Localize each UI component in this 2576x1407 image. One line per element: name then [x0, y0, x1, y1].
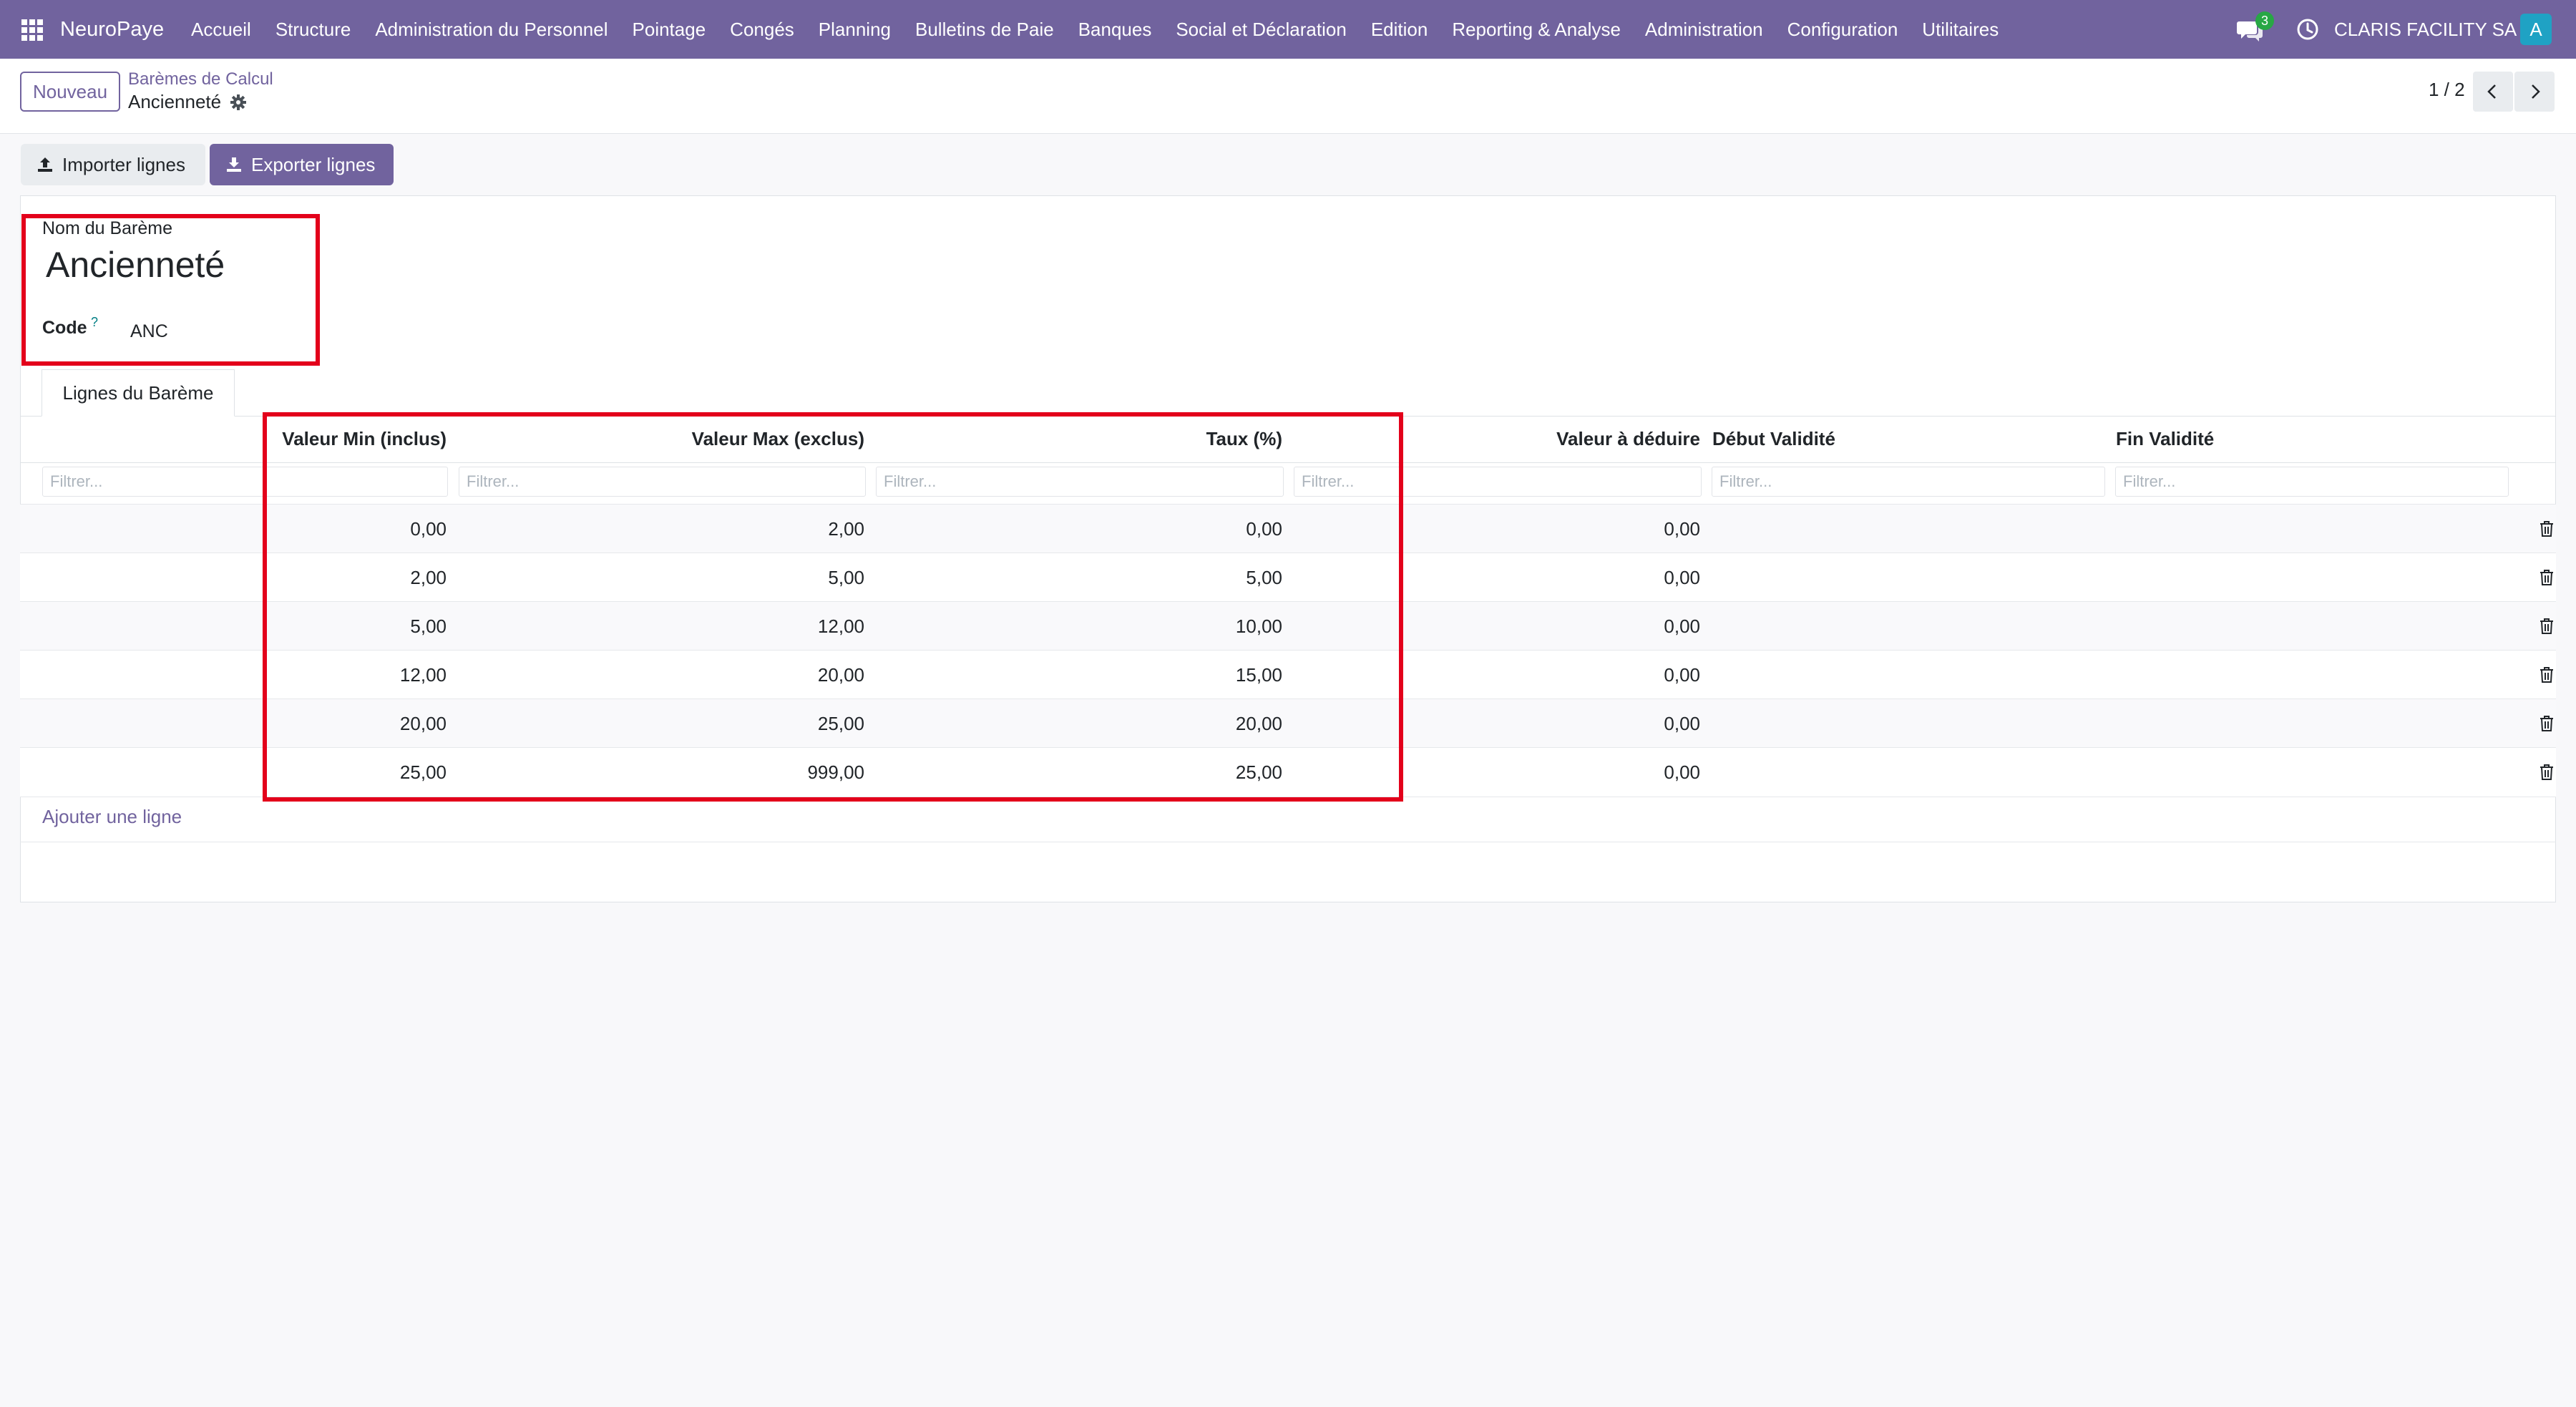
- import-lines-button[interactable]: Importer lignes: [21, 144, 205, 185]
- filter-input-valeur-min[interactable]: [42, 467, 448, 497]
- name-field-value[interactable]: Ancienneté: [46, 244, 225, 286]
- new-record-button[interactable]: Nouveau: [20, 72, 120, 112]
- cell-valeur-a-deduire[interactable]: 0,00: [20, 602, 1700, 651]
- menu-item-utilitaires[interactable]: Utilitaires: [1910, 0, 2011, 59]
- menu-item-edition[interactable]: Edition: [1359, 0, 1440, 59]
- table-row[interactable]: 25,00 999,00 25,00 0,00: [20, 747, 2556, 797]
- company-switcher[interactable]: CLARIS FACILITY SA: [2334, 0, 2517, 59]
- column-header-valeur-max[interactable]: Valeur Max (exclus): [650, 428, 864, 450]
- pager-previous-button[interactable]: [2473, 72, 2513, 112]
- menu-item-reporting-analyse[interactable]: Reporting & Analyse: [1440, 0, 1633, 59]
- column-header-valeur-a-deduire[interactable]: Valeur à déduire: [1538, 428, 1700, 450]
- menu-item-administration-du-personnel[interactable]: Administration du Personnel: [363, 0, 620, 59]
- tab-divider: [20, 416, 2556, 417]
- column-header-taux[interactable]: Taux (%): [1145, 428, 1282, 450]
- export-lines-label: Exporter lignes: [251, 154, 376, 175]
- menu-item-bulletins-de-paie[interactable]: Bulletins de Paie: [903, 0, 1066, 59]
- menu-item-pointage[interactable]: Pointage: [620, 0, 718, 59]
- tab-lignes-du-bareme[interactable]: Lignes du Barème: [42, 369, 235, 417]
- delete-row-trash-icon[interactable]: [2539, 520, 2555, 537]
- breadcrumb-current: Ancienneté: [128, 91, 222, 112]
- export-lines-button[interactable]: Exporter lignes: [210, 144, 394, 185]
- delete-row-trash-icon[interactable]: [2539, 569, 2555, 586]
- column-header-valeur-min[interactable]: Valeur Min (inclus): [263, 428, 447, 450]
- user-avatar[interactable]: A: [2520, 14, 2552, 45]
- delete-row-trash-icon[interactable]: [2539, 666, 2555, 683]
- column-header-debut-validite[interactable]: Début Validité: [1712, 428, 1835, 450]
- cell-valeur-a-deduire[interactable]: 0,00: [20, 553, 1700, 602]
- table-row[interactable]: 20,00 25,00 20,00 0,00: [20, 698, 2556, 748]
- delete-row-trash-icon[interactable]: [2539, 764, 2555, 781]
- menu-item-banques[interactable]: Banques: [1066, 0, 1164, 59]
- table-header-divider: [20, 462, 2556, 463]
- menu-item-social-et-declaration[interactable]: Social et Déclaration: [1163, 0, 1358, 59]
- table-row[interactable]: 2,00 5,00 5,00 0,00: [20, 552, 2556, 602]
- menu-item-administration[interactable]: Administration: [1633, 0, 1775, 59]
- add-line-link[interactable]: Ajouter une ligne: [42, 806, 182, 828]
- apps-grid-icon[interactable]: [21, 19, 43, 41]
- cell-valeur-a-deduire[interactable]: 0,00: [20, 505, 1700, 553]
- menu-item-conges[interactable]: Congés: [718, 0, 806, 59]
- name-field-label: Nom du Barème: [42, 218, 173, 238]
- cell-valeur-a-deduire[interactable]: 0,00: [20, 699, 1700, 748]
- import-lines-label: Importer lignes: [62, 154, 185, 175]
- control-panel: Nouveau Barèmes de Calcul Ancienneté 1 /…: [0, 59, 2576, 134]
- menu-item-configuration[interactable]: Configuration: [1775, 0, 1911, 59]
- pager-next-button[interactable]: [2514, 72, 2555, 112]
- table-row[interactable]: 12,00 20,00 15,00 0,00: [20, 650, 2556, 699]
- delete-row-trash-icon[interactable]: [2539, 715, 2555, 732]
- cell-valeur-a-deduire[interactable]: 0,00: [20, 748, 1700, 797]
- help-tooltip-icon[interactable]: ?: [91, 315, 98, 330]
- upload-icon: [38, 157, 52, 172]
- table-row[interactable]: 5,00 12,00 10,00 0,00: [20, 601, 2556, 651]
- pager-value[interactable]: 1 / 2: [2429, 79, 2465, 101]
- download-icon: [227, 157, 241, 172]
- filter-input-valeur-max[interactable]: [459, 467, 866, 497]
- menu-item-structure[interactable]: Structure: [263, 0, 364, 59]
- chevron-right-icon: [2532, 84, 2540, 99]
- column-header-fin-validite[interactable]: Fin Validité: [2116, 428, 2214, 450]
- code-field-value[interactable]: ANC: [130, 321, 168, 342]
- delete-row-trash-icon[interactable]: [2539, 618, 2555, 635]
- filter-input-taux[interactable]: [876, 467, 1284, 497]
- filter-input-valeur-a-deduire[interactable]: [1294, 467, 1702, 497]
- main-menu: Accueil Structure Administration du Pers…: [191, 0, 2011, 59]
- filter-input-fin-validite[interactable]: [2115, 467, 2509, 497]
- table-row[interactable]: 0,00 2,00 0,00 0,00: [20, 504, 2556, 553]
- cell-valeur-a-deduire[interactable]: 0,00: [20, 651, 1700, 699]
- app-brand[interactable]: NeuroPaye: [60, 0, 164, 59]
- activity-clock-icon[interactable]: [2296, 17, 2320, 42]
- menu-item-accueil[interactable]: Accueil: [191, 0, 263, 59]
- top-navbar: NeuroPaye Accueil Structure Administrati…: [0, 0, 2576, 59]
- chat-count-badge: 3: [2255, 11, 2274, 30]
- menu-item-planning[interactable]: Planning: [806, 0, 903, 59]
- chevron-left-icon: [2487, 84, 2496, 99]
- filter-input-debut-validite[interactable]: [1712, 467, 2105, 497]
- gear-icon[interactable]: [229, 93, 248, 112]
- code-field-label: Code: [42, 318, 87, 338]
- breadcrumb-parent-link[interactable]: Barèmes de Calcul: [128, 69, 273, 89]
